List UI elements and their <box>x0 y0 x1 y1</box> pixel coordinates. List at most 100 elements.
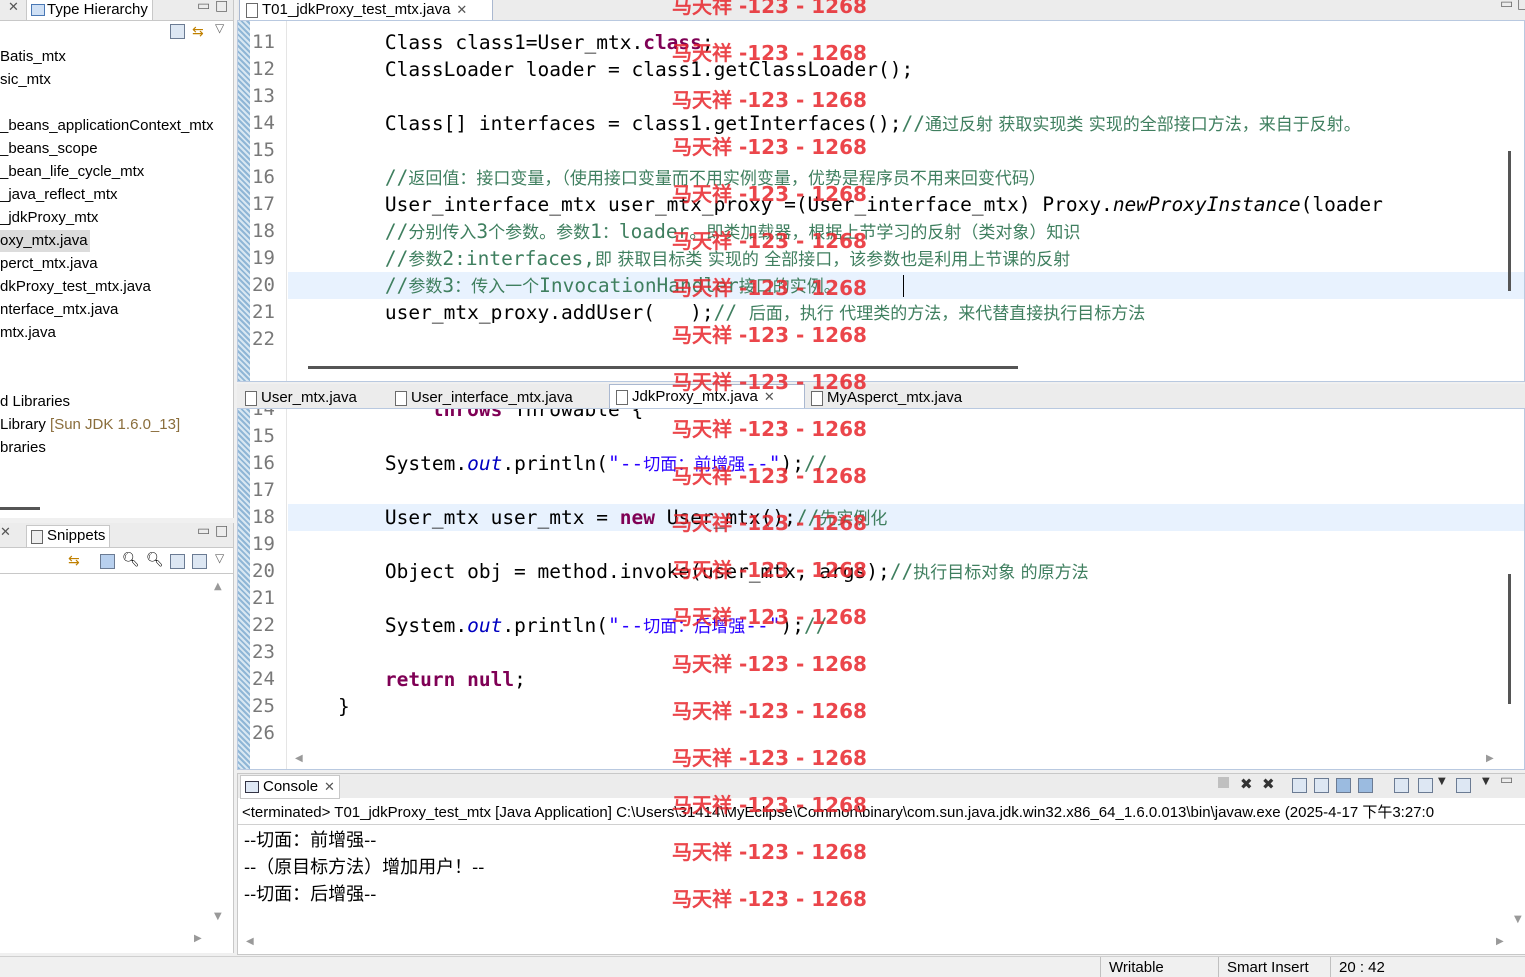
image-icon[interactable] <box>100 554 115 569</box>
tree-item[interactable]: perct_mtx.java <box>0 253 98 275</box>
open-console-icon[interactable] <box>1456 778 1471 793</box>
remove-all-icon[interactable]: ✖ <box>1262 775 1275 793</box>
close-icon[interactable]: ✕ <box>8 0 19 15</box>
code-line[interactable]: 21 <box>238 585 1524 612</box>
tab-type-hierarchy[interactable]: Type Hierarchy <box>26 0 153 21</box>
code-line[interactable]: 20 Object obj = method.invoke(user_mtx, … <box>238 558 1524 585</box>
minimize-icon[interactable]: ▭ <box>1500 0 1513 12</box>
tab-jdkproxy-mtx[interactable]: JdkProxy_mtx.java ✕ <box>609 384 805 409</box>
tree-item[interactable]: d Libraries <box>0 391 70 413</box>
scroll-up-arrow-icon[interactable]: ▲ <box>214 581 222 592</box>
scroll-down-arrow-icon[interactable]: ▼ <box>214 911 222 922</box>
line-number: 26 <box>252 722 275 744</box>
scroll-right-arrow-icon[interactable]: ▶ <box>1496 936 1504 947</box>
tree-item[interactable]: mtx.java <box>0 322 56 344</box>
zoom-in-icon[interactable]: 🔍︎ <box>146 552 164 568</box>
tab-user-mtx[interactable]: User_mtx.java <box>239 386 389 410</box>
clear-console-icon[interactable] <box>1292 778 1307 793</box>
show-stdout-icon[interactable] <box>1336 778 1351 793</box>
scroll-right-arrow-icon[interactable]: ▶ <box>194 933 202 944</box>
code-line[interactable]: 20 //参数3：传入一个InvocationHandler接口的实例。 <box>252 272 1524 299</box>
code-line[interactable]: 12 ClassLoader loader = class1.getClassL… <box>238 56 1524 83</box>
code-line[interactable]: 16 System.out.println("--切面：前增强--");// <box>238 450 1524 477</box>
tree-item-selected[interactable]: oxy_mtx.java <box>0 230 90 252</box>
scroll-left-arrow-icon[interactable]: ◀ <box>246 936 254 947</box>
code-line[interactable]: 19 //参数2:interfaces,即 获取目标类 实现的 全部接口，该参数… <box>238 245 1524 272</box>
minimize-icon[interactable]: ▭ <box>1500 774 1513 788</box>
tab-console[interactable]: Console ✕ <box>240 775 340 799</box>
tree-item[interactable]: _jdkProxy_mtx <box>0 207 98 229</box>
close-icon[interactable]: ✕ <box>324 779 335 794</box>
maximize-icon[interactable]: □ <box>1517 0 1525 12</box>
horizontal-scrollbar[interactable] <box>0 507 40 510</box>
tree-item-jre[interactable]: Library [Sun JDK 1.6.0_13] <box>0 414 180 436</box>
tab-snippets[interactable]: Snippets <box>26 525 111 548</box>
remove-launch-icon[interactable]: ✖ <box>1240 775 1253 793</box>
fit-icon[interactable] <box>192 554 207 569</box>
terminate-icon[interactable] <box>1218 777 1229 788</box>
tree-item[interactable]: sic_mtx <box>0 69 51 91</box>
close-icon[interactable]: ✕ <box>456 2 467 17</box>
pin-console-icon[interactable] <box>1394 778 1409 793</box>
code-line[interactable]: 16 //返回值：接口变量，（使用接口变量而不用实例变量，优势是程序员不用来回变… <box>238 164 1524 191</box>
code-line[interactable]: 17 <box>238 477 1524 504</box>
tree-item[interactable]: nterface_mtx.java <box>0 299 118 321</box>
code-line[interactable]: 13 <box>238 83 1524 110</box>
vertical-scrollbar[interactable] <box>1508 574 1511 704</box>
horizontal-scrollbar[interactable] <box>308 366 1018 369</box>
minimize-icon[interactable]: ▭ <box>197 523 210 539</box>
code-line[interactable]: 21 user_mtx_proxy.addUser( );// 后面，执行 代理… <box>238 299 1524 326</box>
code-editor-top[interactable]: 11 Class class1=User_mtx.class; 12 ClassL… <box>237 20 1525 382</box>
display-console-icon[interactable] <box>1418 778 1433 793</box>
tab-user-interface-mtx[interactable]: User_interface_mtx.java <box>389 386 611 410</box>
code-line[interactable]: 18 User_mtx user_mtx = new User_mtx();//… <box>252 504 1524 531</box>
code-line[interactable]: 23 <box>238 639 1524 666</box>
tree-item[interactable]: _beans_applicationContext_mtx <box>0 115 213 137</box>
tab-t01-jdkproxy-test[interactable]: T01_jdkProxy_test_mtx.java ✕ <box>239 0 493 20</box>
zoom-out-icon[interactable]: 🔍︎ <box>122 552 140 568</box>
minimize-icon[interactable]: ▭ <box>197 0 210 14</box>
vertical-scrollbar[interactable] <box>1508 151 1511 291</box>
code-line[interactable]: 15 <box>238 423 1524 450</box>
maximize-icon[interactable]: □ <box>215 0 228 14</box>
code-line[interactable]: 25 } <box>238 693 1524 720</box>
close-icon[interactable]: ✕ <box>764 389 775 404</box>
actual-size-icon[interactable] <box>170 554 185 569</box>
chevron-down-icon[interactable]: ▼ <box>1482 776 1490 787</box>
link-icon[interactable]: ⇆ <box>68 553 80 569</box>
code-line[interactable]: 26 <box>238 720 1524 747</box>
view-menu-icon[interactable]: ▽ <box>215 21 224 35</box>
close-icon[interactable]: ✕ <box>0 525 11 540</box>
code-line[interactable]: 11 Class class1=User_mtx.class; <box>238 29 1524 56</box>
code-line[interactable]: 14 Class[] interfaces = class1.getInterf… <box>238 110 1524 137</box>
scroll-left-arrow-icon[interactable]: ◀ <box>295 753 303 764</box>
code-line[interactable]: 19 <box>238 531 1524 558</box>
scroll-down-arrow-icon[interactable]: ▼ <box>1514 914 1522 925</box>
code-line[interactable]: 14 throws Throwable { <box>238 409 1524 423</box>
code-line[interactable]: 24 return null; <box>238 666 1524 693</box>
tab-myasperct-mtx[interactable]: MyAsperct_mtx.java <box>805 386 1007 410</box>
code-line[interactable]: 18 //分别传入3个参数。参数1：loader。即类加载器，根据上节学习的反射… <box>238 218 1524 245</box>
tree-item[interactable]: braries <box>0 437 46 459</box>
tree-item[interactable]: dkProxy_test_mtx.java <box>0 276 151 298</box>
maximize-icon[interactable]: □ <box>215 523 228 539</box>
code-token: ; <box>514 668 526 691</box>
code-editor-bottom[interactable]: 14 throws Throwable {15 16 System.out.pri… <box>237 408 1525 770</box>
code-line[interactable]: 22 <box>238 326 1524 353</box>
scroll-lock-icon[interactable] <box>1314 778 1329 793</box>
line-number: 11 <box>252 31 275 53</box>
tree-item[interactable]: _beans_scope <box>0 138 98 160</box>
chevron-down-icon[interactable]: ▼ <box>1438 776 1446 787</box>
scroll-right-arrow-icon[interactable]: ▶ <box>1486 753 1494 764</box>
tree-item[interactable]: _bean_life_cycle_mtx <box>0 161 144 183</box>
code-line[interactable]: 22 System.out.println("--切面：后增强--");// <box>238 612 1524 639</box>
collapse-all-icon[interactable] <box>170 24 185 39</box>
tree-item[interactable]: _java_reflect_mtx <box>0 184 118 206</box>
show-stderr-icon[interactable] <box>1358 778 1373 793</box>
code-line[interactable]: 17 User_interface_mtx user_mtx_proxy =(U… <box>238 191 1524 218</box>
code-line[interactable]: 15 <box>238 137 1524 164</box>
code-token: 参数 <box>408 277 443 297</box>
tree-item[interactable]: Batis_mtx <box>0 46 66 68</box>
link-with-editor-icon[interactable]: ⇆ <box>192 24 204 40</box>
view-menu-icon[interactable]: ▽ <box>215 551 224 565</box>
